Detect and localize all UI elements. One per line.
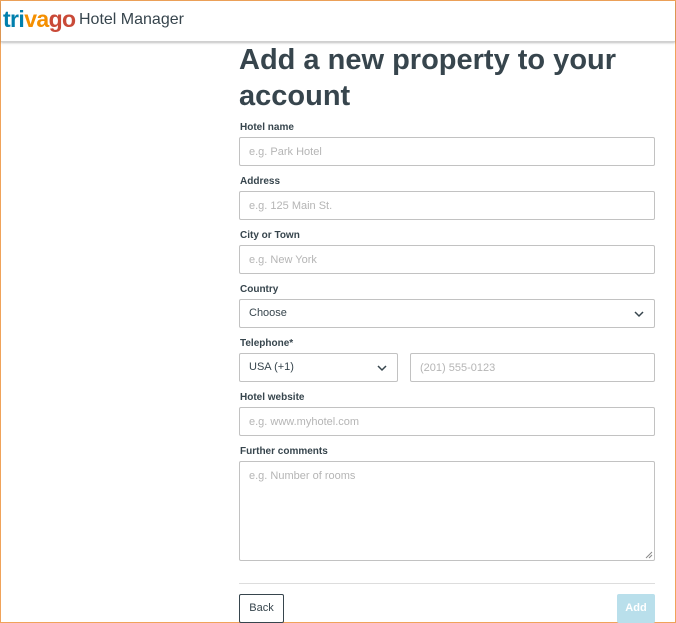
city-placeholder: e.g. New York <box>249 254 317 266</box>
comments-placeholder: e.g. Number of rooms <box>249 470 356 482</box>
country-selected-value: Choose <box>249 307 287 319</box>
chevron-down-icon <box>634 311 644 318</box>
city-label: City or Town <box>240 230 300 241</box>
country-select[interactable]: Choose <box>239 299 655 328</box>
city-input[interactable]: e.g. New York <box>239 245 655 274</box>
back-button[interactable]: Back <box>239 594 284 623</box>
country-code-select[interactable]: USA (+1) <box>239 353 398 382</box>
resize-grip-icon[interactable] <box>645 551 653 559</box>
address-label: Address <box>240 176 281 187</box>
hotel-name-label: Hotel name <box>240 122 294 133</box>
logo-part-go: go <box>48 6 77 32</box>
app-name: Hotel Manager <box>79 11 184 28</box>
address-input[interactable]: e.g. 125 Main St. <box>239 191 655 220</box>
add-button[interactable]: Add <box>617 594 655 623</box>
website-placeholder: e.g. www.myhotel.com <box>249 416 360 428</box>
address-placeholder: e.g. 125 Main St. <box>249 200 333 212</box>
page-title: Add a new property to your account <box>239 44 617 112</box>
hotel-name-input[interactable]: e.g. Park Hotel <box>239 137 655 166</box>
comments-textarea[interactable]: e.g. Number of rooms <box>239 461 655 561</box>
telephone-label: Telephone* <box>240 338 294 349</box>
logo-part-tri: tri <box>3 6 25 32</box>
top-bar: trivago Hotel Manager <box>1 1 675 42</box>
hotel-name-placeholder: e.g. Park Hotel <box>249 146 322 158</box>
trivago-logo[interactable]: trivago <box>3 6 76 33</box>
country-label: Country <box>240 284 279 295</box>
website-input[interactable]: e.g. www.myhotel.com <box>239 407 655 436</box>
telephone-input[interactable]: (201) 555-0123 <box>410 353 655 382</box>
logo-part-va: va <box>24 6 49 32</box>
website-label: Hotel website <box>240 392 305 403</box>
telephone-placeholder: (201) 555-0123 <box>420 362 496 374</box>
country-code-value: USA (+1) <box>249 361 294 373</box>
form-divider <box>239 583 655 584</box>
comments-label: Further comments <box>240 446 328 457</box>
chevron-down-icon <box>377 365 387 372</box>
